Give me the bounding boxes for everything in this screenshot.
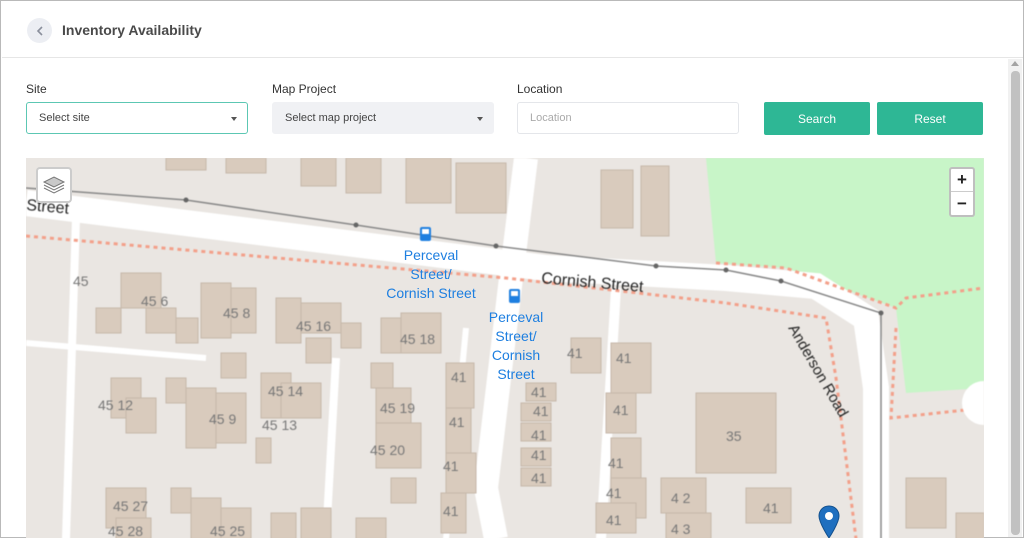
- reset-button[interactable]: Reset: [877, 102, 983, 135]
- house-number: 41: [567, 345, 583, 361]
- site-select[interactable]: Select site: [26, 102, 248, 134]
- house-number: 41: [531, 470, 547, 486]
- map-view[interactable]: Street Cornish Street Anderson Road 45 4…: [26, 158, 984, 538]
- house-number: 41: [616, 350, 632, 366]
- house-number: 41: [531, 384, 547, 400]
- zoom-control: + −: [949, 167, 975, 217]
- house-number: 45 19: [380, 400, 415, 416]
- map-project-select-value: Select map project: [285, 112, 377, 124]
- house-number: 45 13: [262, 417, 297, 433]
- house-number: 45 14: [268, 383, 303, 399]
- house-number: 45 12: [98, 397, 133, 413]
- page-header: Inventory Availability: [2, 2, 1023, 58]
- zoom-in-button[interactable]: +: [951, 169, 973, 192]
- house-number: 41: [606, 512, 622, 528]
- house-number: 41: [443, 458, 459, 474]
- house-number: 4 3: [671, 521, 691, 537]
- map-project-select[interactable]: Select map project: [272, 102, 494, 134]
- app-frame: Inventory Availability Site Select site …: [0, 0, 1024, 538]
- map-project-label: Map Project: [272, 82, 337, 96]
- page-title: Inventory Availability: [62, 22, 202, 38]
- caret-down-icon: [231, 117, 237, 121]
- house-number: 45 27: [113, 498, 148, 514]
- bus-stop-label: Perceval Street/ Cornish Street: [488, 309, 544, 382]
- house-number: 41: [451, 369, 467, 385]
- house-number: 45 25: [210, 523, 245, 538]
- house-number: 45 16: [296, 318, 331, 334]
- house-number: 41: [763, 500, 779, 516]
- location-input[interactable]: [517, 102, 739, 134]
- layers-button[interactable]: [36, 167, 72, 203]
- house-number: 45 20: [370, 442, 405, 458]
- layers-icon: [42, 176, 66, 194]
- house-number: 45 8: [223, 305, 250, 321]
- house-number: 45 18: [400, 331, 435, 347]
- house-number: 41: [531, 427, 547, 443]
- house-number: 41: [443, 503, 459, 519]
- house-number: 41: [613, 402, 629, 418]
- house-number: 35: [726, 428, 742, 444]
- scrollbar-thumb[interactable]: [1011, 71, 1020, 535]
- scroll-up-icon[interactable]: [1011, 61, 1019, 66]
- caret-down-icon: [477, 117, 483, 121]
- site-label: Site: [26, 82, 47, 96]
- zoom-out-button[interactable]: −: [951, 192, 973, 215]
- map-pin-icon[interactable]: [818, 505, 840, 538]
- house-number: 45 9: [209, 411, 236, 427]
- search-button[interactable]: Search: [764, 102, 870, 135]
- house-number: 45 28: [108, 523, 143, 538]
- bus-stop-label: Perceval Street/ Cornish Street: [386, 247, 476, 301]
- back-button[interactable]: [27, 18, 52, 43]
- house-number: 4 2: [671, 490, 691, 506]
- house-number: 45 6: [141, 293, 168, 309]
- house-number: 41: [606, 485, 622, 501]
- house-number: 41: [531, 447, 547, 463]
- house-number: 45: [73, 273, 89, 289]
- house-number: 41: [449, 414, 465, 430]
- house-number: 41: [608, 455, 624, 471]
- chevron-left-icon: [36, 25, 43, 36]
- site-select-value: Select site: [39, 112, 90, 124]
- house-number: 41: [533, 403, 549, 419]
- location-label: Location: [517, 82, 563, 96]
- vertical-scrollbar[interactable]: [1008, 59, 1022, 537]
